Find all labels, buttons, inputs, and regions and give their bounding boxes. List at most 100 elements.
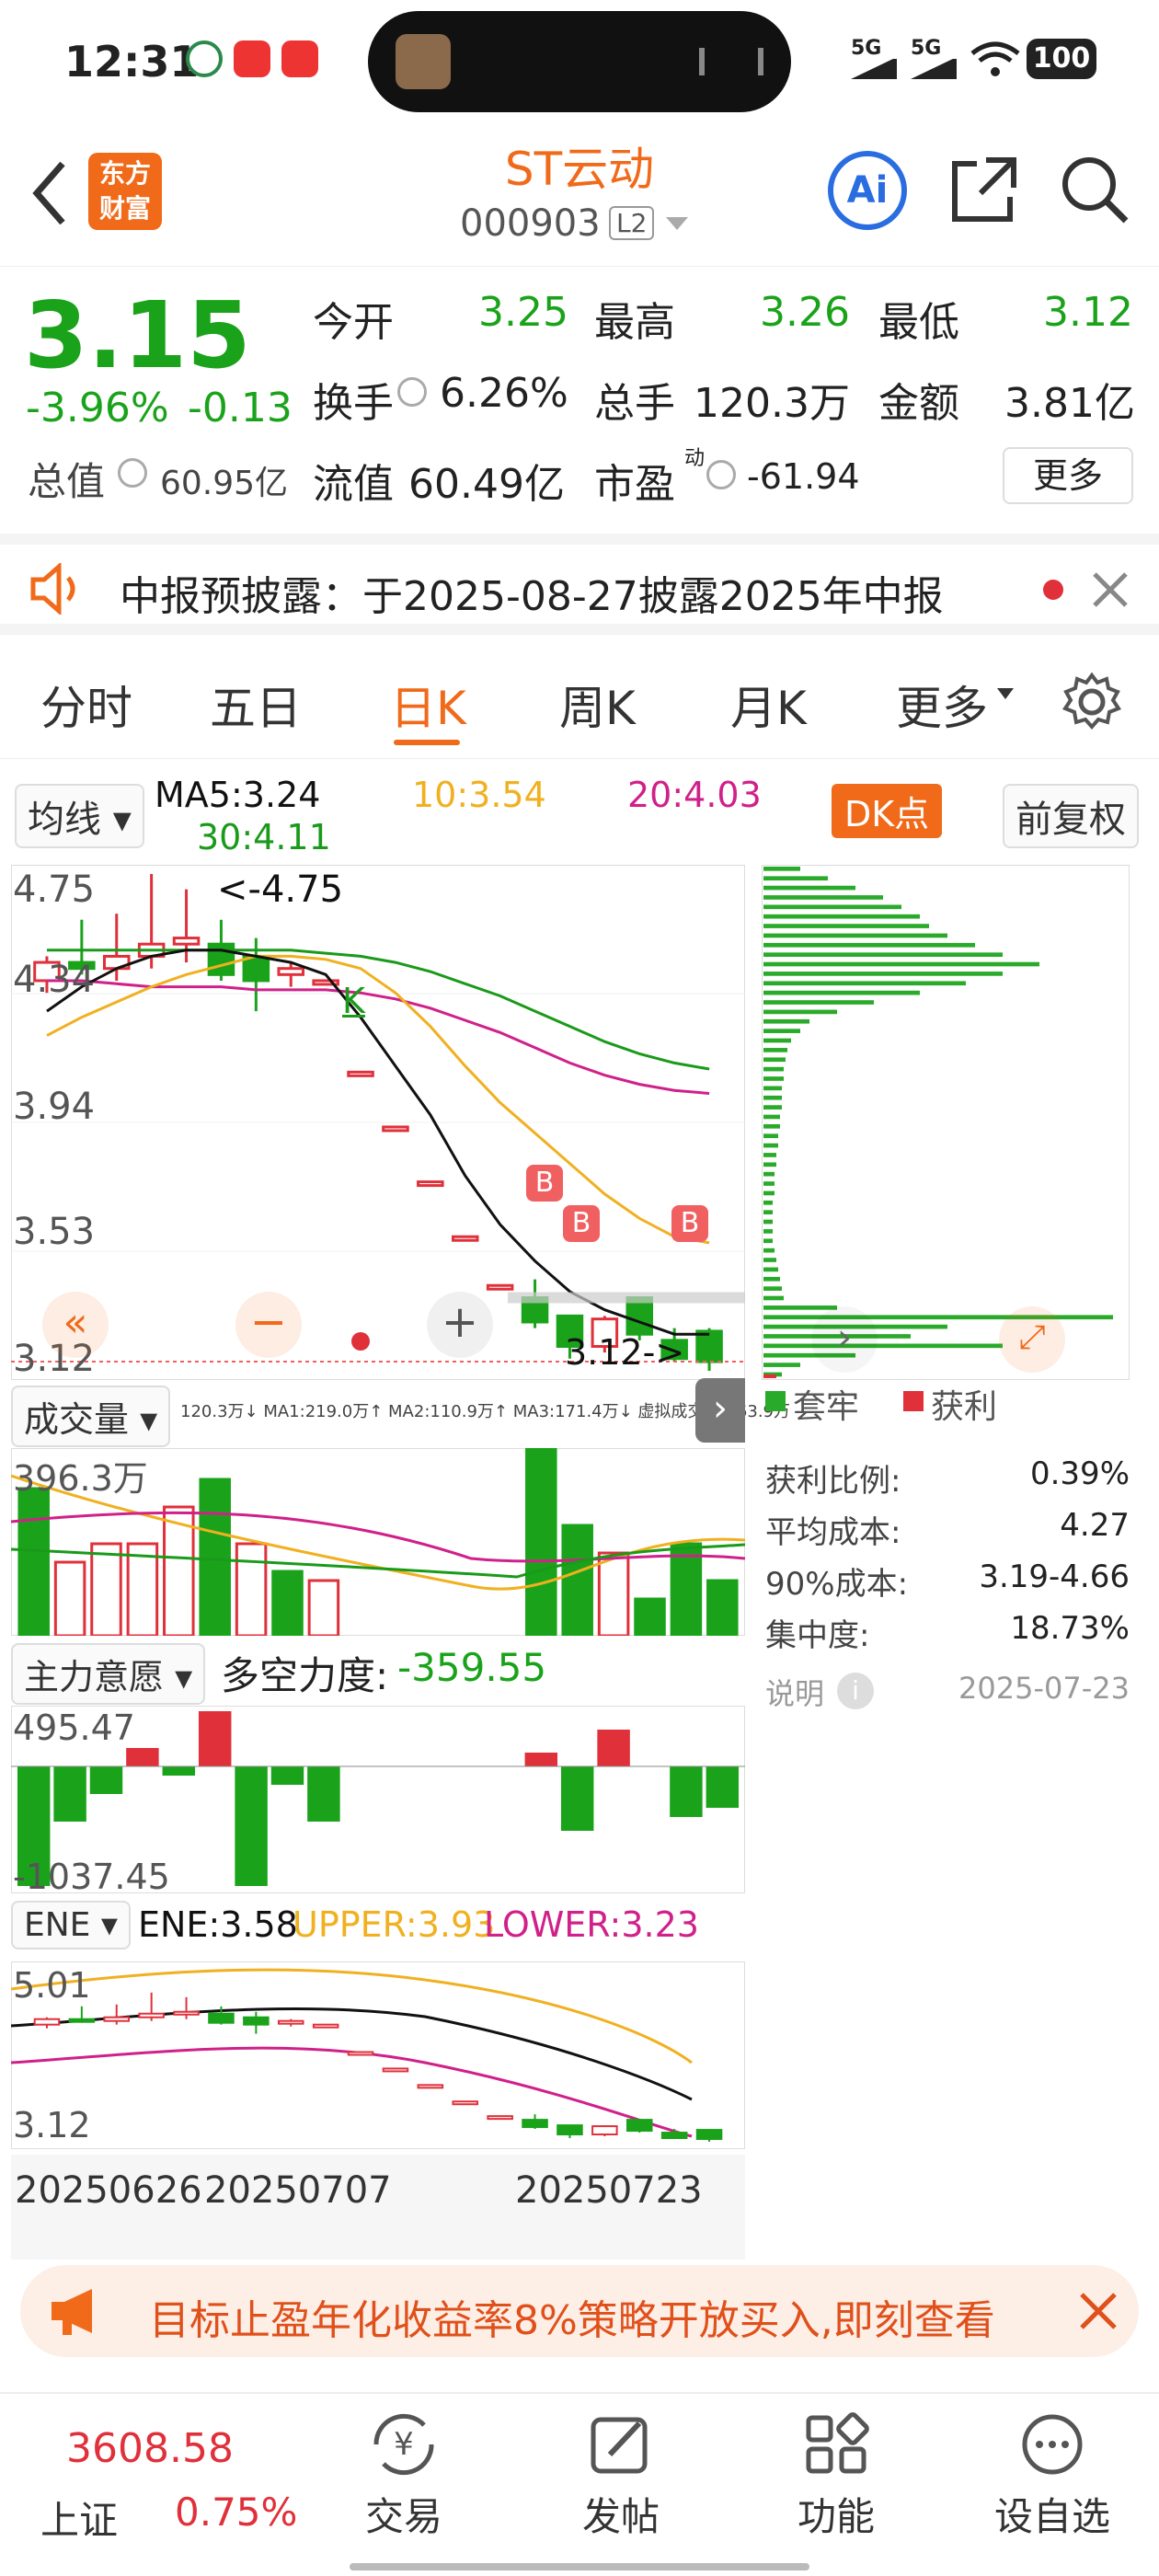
candle-body (172, 937, 201, 946)
search-icon[interactable] (1058, 153, 1131, 226)
pe-superscript: 动 (684, 447, 706, 470)
volume-bar (525, 1448, 557, 1636)
ai-assistant-icon[interactable]: Ai (828, 151, 907, 230)
more-button[interactable]: 更多 (1003, 447, 1133, 504)
signal-bars-icon (911, 57, 957, 79)
ma-toggle-button[interactable]: 均线 ▾ (15, 784, 144, 848)
chevron-right-icon[interactable]: › (811, 1306, 878, 1373)
chip-row-label: 90%成本: (765, 1566, 909, 1603)
ene-indicator-button[interactable]: ENE ▾ (11, 1901, 131, 1949)
chip-bar-profit (763, 1374, 776, 1378)
close-icon[interactable] (1089, 569, 1131, 611)
volume-indicator-button[interactable]: 成交量 ▾ (11, 1386, 171, 1447)
nav-trade-label: 交易 (364, 2494, 442, 2539)
share-icon[interactable] (949, 155, 1019, 224)
kline-chart[interactable] (11, 865, 745, 1380)
chip-row-value: 18.73% (1010, 1610, 1130, 1647)
index-name[interactable]: 上证 (40, 2490, 118, 2546)
chart-area: 均线 ▾ MA5:3.24 10:3.54 20:4.03 30:4.11 DK… (0, 760, 1159, 2260)
volume-bar (199, 1478, 231, 1636)
buy-signal-marker[interactable]: B (563, 1205, 600, 1242)
volume-bar (17, 1487, 50, 1636)
notice-bar[interactable]: 中报预披露：于2025-08-27披露2025年中报 (0, 534, 1159, 635)
tab-weekly-k[interactable]: 周K (559, 672, 636, 738)
tab-daily-k[interactable]: 日K (390, 672, 466, 738)
legend-profit-swatch (903, 1391, 924, 1411)
battery-indicator: 100 (1027, 39, 1096, 79)
info-icon[interactable] (397, 377, 427, 407)
main-force-bar (597, 1730, 630, 1766)
info-icon[interactable] (118, 458, 147, 488)
tab-five-day[interactable]: 五日 (210, 672, 302, 738)
tab-monthly-k[interactable]: 月K (730, 672, 807, 738)
scroll-left-icon[interactable]: « (42, 1292, 109, 1358)
status-time: 12:31 (64, 37, 200, 86)
legend-trapped-swatch (765, 1391, 786, 1411)
grid-apps-icon (806, 2412, 869, 2474)
expand-icon[interactable]: ⤢ (999, 1306, 1065, 1373)
level2-badge[interactable]: L2 (609, 206, 655, 240)
chip-note-label[interactable]: 说明 (765, 1671, 824, 1713)
main-force-label: 主力意愿 (24, 1657, 165, 1697)
ene-candle-body (591, 2125, 618, 2136)
chip-distribution-chart[interactable] (762, 865, 1130, 1380)
settings-gear-icon[interactable] (1061, 672, 1122, 732)
chip-bar (763, 1086, 782, 1091)
dynamic-island[interactable] (368, 11, 791, 112)
chip-bar (763, 1076, 784, 1081)
ene-y-bottom: 3.12 (13, 2105, 91, 2145)
chip-bar (763, 895, 883, 900)
ene-candle-body (625, 2119, 653, 2133)
dk-point-button[interactable]: DK点 (832, 784, 943, 838)
volume-bar (307, 1579, 340, 1636)
stock-code: 000903 (460, 202, 601, 245)
chip-bar (763, 1066, 784, 1072)
signal-5g-2: 5G (911, 37, 942, 60)
resistance-band (508, 1292, 745, 1304)
chevron-down-icon[interactable] (666, 217, 688, 230)
volume-bar (670, 1542, 703, 1636)
nav-add-watchlist[interactable]: 设自选 (988, 2412, 1117, 2542)
main-force-bar (270, 1766, 304, 1785)
chip-bar (763, 1210, 773, 1214)
nav-trade[interactable]: ¥ 交易 (353, 2412, 454, 2542)
nav-post[interactable]: 发帖 (570, 2412, 671, 2542)
chip-row-label: 集中度: (765, 1617, 870, 1654)
active-tab-indicator (394, 740, 460, 745)
main-force-bar (162, 1766, 196, 1776)
wifi-icon (970, 40, 1020, 77)
zoom-in-icon[interactable]: + (427, 1292, 493, 1358)
open-value: 3.25 (478, 289, 568, 336)
close-icon[interactable] (1078, 2291, 1119, 2331)
adjust-price-button[interactable]: 前复权 (1003, 784, 1139, 848)
volume-bar (271, 1570, 304, 1636)
chip-bar (763, 1190, 775, 1196)
nav-functions[interactable]: 功能 (786, 2412, 887, 2542)
info-icon[interactable] (706, 460, 736, 489)
chip-bar (763, 867, 800, 871)
volume-y-label: 396.3万 (13, 1458, 148, 1499)
index-value[interactable]: 3608.58 (66, 2425, 234, 2472)
period-tabs: 分时 五日 日K 周K 月K 更多 (0, 644, 1159, 759)
k-signal-marker: K (342, 981, 365, 1021)
buy-signal-marker[interactable]: B (671, 1205, 708, 1242)
chip-row-value: 3.19-4.66 (979, 1558, 1130, 1595)
expand-panel-chevron-icon[interactable]: › (695, 1378, 745, 1443)
buy-signal-marker[interactable]: B (526, 1165, 563, 1202)
status-bar: 12:31 5G 5G 100 (0, 0, 1159, 129)
tab-intraday[interactable]: 分时 (40, 672, 132, 738)
zoom-out-icon[interactable]: − (235, 1292, 302, 1358)
ene-chart[interactable] (11, 1961, 745, 2149)
chip-bar (763, 1305, 837, 1310)
low-value: 3.12 (1043, 289, 1133, 336)
ma5-label: MA5:3.24 (155, 775, 321, 815)
legend-trapped: 套牢 (793, 1388, 860, 1426)
tab-more[interactable]: 更多 (896, 672, 988, 738)
promo-banner[interactable]: 目标止盈年化收益率8%策略开放买入,即刻查看 (20, 2265, 1139, 2357)
ene-candle-body (138, 2012, 165, 2018)
main-force-button[interactable]: 主力意愿 ▾ (11, 1643, 206, 1705)
chip-bar (763, 1038, 791, 1043)
chip-bar (763, 1181, 775, 1186)
info-icon[interactable]: i (837, 1673, 874, 1709)
chip-bar (763, 1343, 1003, 1349)
